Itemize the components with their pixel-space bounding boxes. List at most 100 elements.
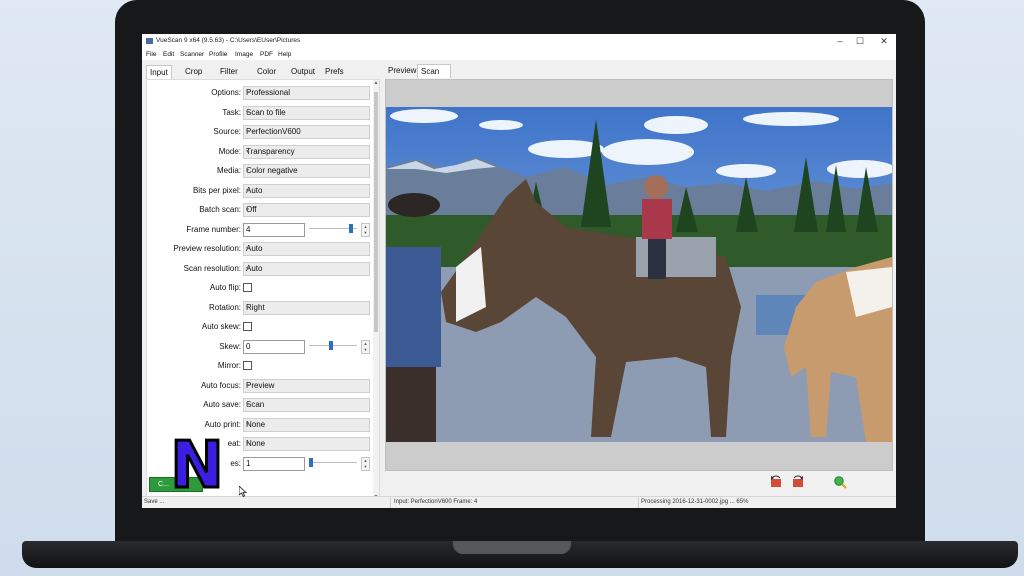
window-title: VueScan 9 x64 (9.5.63) - C:\Users\EUser\… <box>156 37 301 44</box>
frame-number-input[interactable]: 4 <box>243 223 305 237</box>
auto-print-label: Auto print: <box>204 420 241 429</box>
channel-logo: N <box>169 432 226 494</box>
row-auto-flip: Auto flip: <box>147 281 373 295</box>
skew-stepper[interactable]: ▲ ▼ <box>361 340 370 354</box>
status-right: Processing 2016-12-31-0002.jpg ... 65% <box>641 499 749 505</box>
frame-number-slider-thumb[interactable] <box>349 224 353 233</box>
skew-label: Skew: <box>219 342 241 351</box>
tab-output[interactable]: Output <box>288 65 318 78</box>
preview-resolution-label: Preview resolution: <box>173 244 241 253</box>
chevron-down-icon: ▾ <box>246 90 250 96</box>
task-select[interactable]: Scan to file ▾ <box>243 106 370 120</box>
row-options: Options: Professional ▾ <box>147 86 373 100</box>
status-divider <box>390 497 391 508</box>
last-field-label: es: <box>230 459 241 468</box>
app-window: VueScan 9 x64 (9.5.63) - C:\Users\EUser\… <box>142 34 896 508</box>
auto-skew-label: Auto skew: <box>201 322 241 331</box>
row-mode: Mode: Transparency ▾ <box>147 145 373 159</box>
row-auto-save: Auto save: Scan ▾ <box>147 398 373 412</box>
chevron-down-icon: ▾ <box>246 168 250 174</box>
row-rotation: Rotation: Right ▾ <box>147 301 373 315</box>
frame-number-value: 4 <box>246 225 251 234</box>
task-label: Task: <box>222 108 241 117</box>
rotate-left-icon[interactable] <box>769 475 783 489</box>
source-label: Source: <box>213 127 241 136</box>
skew-value: 0 <box>246 342 251 351</box>
settings-scrollbar[interactable]: ▲ ▼ <box>373 80 379 503</box>
bits-per-pixel-label: Bits per pixel: <box>192 186 241 195</box>
last-field-slider-thumb[interactable] <box>309 458 313 467</box>
chevron-down-icon: ▾ <box>246 149 250 155</box>
status-divider <box>638 497 639 508</box>
tab-scan[interactable]: Scan <box>417 64 451 78</box>
maximize-button[interactable]: ☐ <box>850 35 870 48</box>
zoom-icon[interactable] <box>833 475 847 489</box>
frame-number-slider[interactable] <box>309 224 357 233</box>
scan-resolution-select[interactable]: Auto ▾ <box>243 262 370 276</box>
rotate-right-icon[interactable] <box>791 475 805 489</box>
frame-number-label: Frame number: <box>186 225 241 234</box>
batch-scan-select[interactable]: Off ▾ <box>243 203 370 217</box>
scrollbar-thumb[interactable] <box>374 92 378 332</box>
scanned-photo <box>386 107 892 442</box>
auto-save-select[interactable]: Scan ▾ <box>243 398 370 412</box>
app-icon <box>146 38 153 44</box>
menu-image[interactable]: Image <box>235 51 253 58</box>
row-skew: Skew: 0 ▲ ▼ <box>147 340 373 354</box>
auto-skew-checkbox[interactable] <box>243 322 252 331</box>
media-label: Media: <box>216 166 241 175</box>
chevron-down-icon: ▾ <box>246 266 250 272</box>
skew-input[interactable]: 0 <box>243 340 305 354</box>
menu-pdf[interactable]: PDF <box>260 51 273 58</box>
last-field-slider[interactable] <box>309 458 357 467</box>
close-button[interactable]: ✕ <box>874 35 894 48</box>
view-tabs: Preview Scan <box>385 64 895 79</box>
mode-select[interactable]: Transparency ▾ <box>243 145 370 159</box>
tab-preview[interactable]: Preview <box>385 64 419 77</box>
menu-help[interactable]: Help <box>278 51 291 58</box>
mouse-cursor-icon <box>239 486 247 497</box>
auto-focus-select[interactable]: Preview ▾ <box>243 379 370 393</box>
channel-logo-letter: N <box>170 432 224 494</box>
options-label: Options: <box>211 88 241 97</box>
menu-edit[interactable]: Edit <box>163 51 174 58</box>
mirror-checkbox[interactable] <box>243 361 252 370</box>
rotation-select[interactable]: Right ▾ <box>243 301 370 315</box>
menu-bar: File Edit Scanner Profile Image PDF Help <box>142 49 896 60</box>
tab-color[interactable]: Color <box>254 65 279 78</box>
frame-number-stepper[interactable]: ▲ ▼ <box>361 223 370 237</box>
preview-resolution-select[interactable]: Auto ▾ <box>243 242 370 256</box>
tab-input[interactable]: Input <box>146 65 172 79</box>
row-task: Task: Scan to file ▾ <box>147 106 373 120</box>
row-auto-focus: Auto focus: Preview ▾ <box>147 379 373 393</box>
media-select[interactable]: Color negative ▾ <box>243 164 370 178</box>
menu-file[interactable]: File <box>146 51 156 58</box>
chevron-down-icon: ▾ <box>246 188 250 194</box>
source-select[interactable]: PerfectionV600 ▾ <box>243 125 370 139</box>
row-bits-per-pixel: Bits per pixel: Auto ▾ <box>147 184 373 198</box>
tab-filter[interactable]: Filter <box>217 65 241 78</box>
chevron-down-icon: ▾ <box>246 129 250 135</box>
options-select[interactable]: Professional ▾ <box>243 86 370 100</box>
last-field-input[interactable]: 1 <box>243 457 305 471</box>
chevron-down-icon: ▾ <box>246 402 250 408</box>
title-bar: VueScan 9 x64 (9.5.63) - C:\Users\EUser\… <box>142 34 896 49</box>
row-media: Media: Color negative ▾ <box>147 164 373 178</box>
status-left: Save ... <box>144 499 165 505</box>
last-field-stepper[interactable]: ▲ ▼ <box>361 457 370 471</box>
skew-slider-thumb[interactable] <box>329 341 333 350</box>
tab-prefs[interactable]: Prefs <box>322 65 347 78</box>
tab-crop[interactable]: Crop <box>182 65 205 78</box>
laptop-notch <box>453 541 571 554</box>
auto-flip-checkbox[interactable] <box>243 283 252 292</box>
menu-profile[interactable]: Profile <box>209 51 227 58</box>
chevron-down-icon: ▾ <box>246 110 250 116</box>
auto-repeat-select[interactable]: None ▾ <box>243 437 370 451</box>
bits-per-pixel-select[interactable]: Auto ▾ <box>243 184 370 198</box>
auto-print-select[interactable]: None ▾ <box>243 418 370 432</box>
chevron-down-icon: ▾ <box>246 305 250 311</box>
scroll-up-icon[interactable]: ▲ <box>373 80 379 86</box>
skew-slider[interactable] <box>309 341 357 350</box>
menu-scanner[interactable]: Scanner <box>180 51 204 58</box>
minimize-button[interactable]: – <box>830 35 850 48</box>
